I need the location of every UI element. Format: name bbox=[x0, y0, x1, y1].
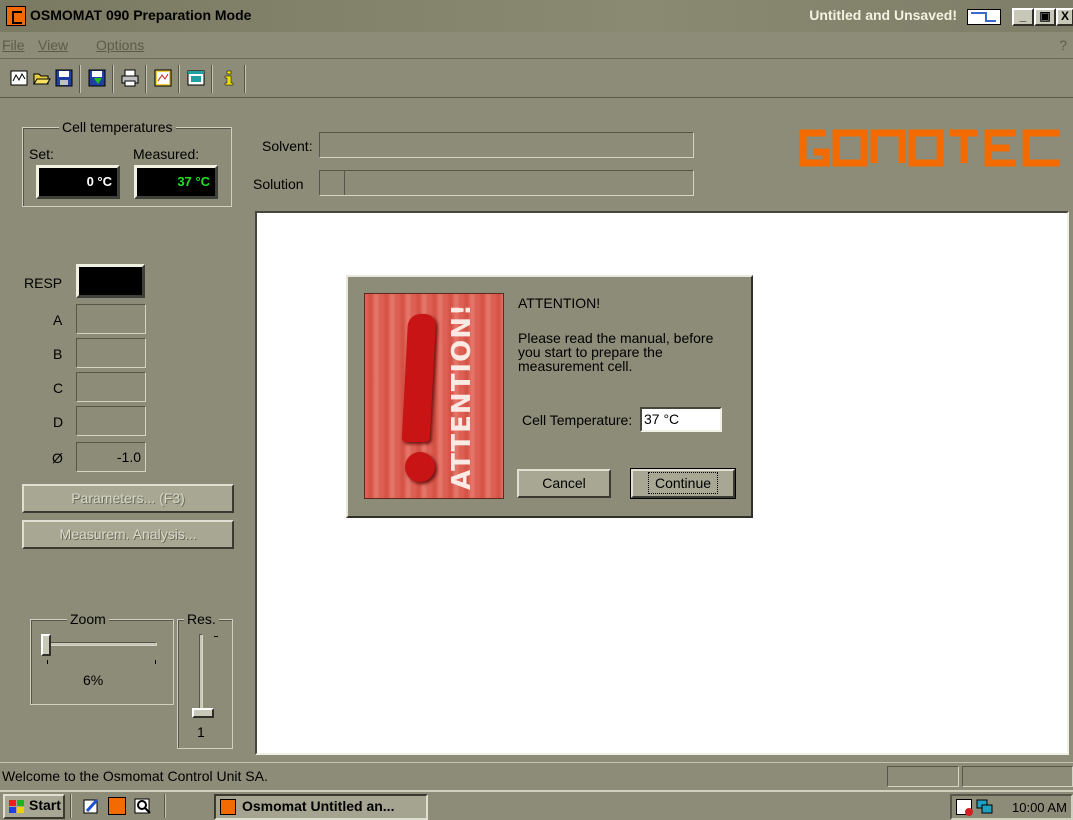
res-slider-track[interactable] bbox=[199, 634, 203, 718]
quicklaunch-search-icon[interactable] bbox=[134, 797, 152, 815]
set-label: Set: bbox=[29, 146, 54, 162]
attention-image-text: ATTENTION! bbox=[447, 303, 477, 490]
window-icon[interactable] bbox=[187, 69, 205, 87]
task-label: Osmomat Untitled an... bbox=[242, 798, 395, 814]
app-icon[interactable] bbox=[6, 6, 26, 26]
status-pane-1 bbox=[887, 766, 959, 787]
save-state-label: Untitled and Unsaved! bbox=[809, 7, 957, 23]
solvent-field bbox=[319, 132, 694, 158]
menu-help[interactable]: ? bbox=[1059, 37, 1067, 53]
continue-label: Continue bbox=[647, 472, 719, 494]
resp-label: RESP bbox=[24, 275, 63, 291]
d-label: D bbox=[53, 414, 64, 430]
quicklaunch-edit-icon[interactable] bbox=[82, 797, 100, 815]
title-bar[interactable]: OSMOMAT 090 Preparation Mode Untitled an… bbox=[0, 0, 1073, 32]
save-icon[interactable] bbox=[55, 69, 73, 87]
cell-temperature-input[interactable]: 37 °C bbox=[640, 407, 722, 432]
measured-temperature-display: 37 °C bbox=[134, 165, 218, 199]
maximize-button[interactable]: ▣ bbox=[1034, 8, 1056, 26]
network-icon[interactable] bbox=[976, 799, 994, 815]
b-field bbox=[76, 338, 146, 368]
export-icon[interactable] bbox=[88, 69, 106, 87]
c-label: C bbox=[53, 380, 64, 396]
status-message: Welcome to the Osmomat Control Unit SA. bbox=[2, 768, 268, 784]
logo-text: gonotec bbox=[798, 125, 799, 126]
menu-bar: File View Options ? bbox=[0, 32, 1073, 58]
exclamation-icon bbox=[401, 314, 437, 442]
attention-dialog: ATTENTION! ATTENTION! Please read the ma… bbox=[346, 275, 753, 518]
measurement-analysis-button[interactable]: Measurem. Analysis... bbox=[22, 520, 234, 549]
res-value: 1 bbox=[197, 724, 205, 740]
a-label: A bbox=[53, 312, 63, 328]
cell-temperature-label: Cell Temperature: bbox=[522, 412, 633, 428]
chart-icon[interactable] bbox=[10, 69, 28, 87]
measured-label: Measured: bbox=[133, 146, 200, 162]
status-pane-2 bbox=[962, 766, 1073, 787]
system-tray: 10:00 AM bbox=[950, 794, 1073, 820]
set-temperature-display: 0 °C bbox=[36, 165, 120, 199]
d-field bbox=[76, 406, 146, 436]
open-folder-icon[interactable] bbox=[33, 69, 51, 87]
close-button[interactable]: X bbox=[1056, 8, 1073, 26]
quicklaunch-osmomat-icon[interactable] bbox=[108, 797, 126, 815]
window-title: OSMOMAT 090 Preparation Mode bbox=[30, 7, 252, 23]
b-label: B bbox=[53, 346, 63, 362]
menu-file[interactable]: File bbox=[2, 37, 25, 53]
zoom-slider-thumb[interactable] bbox=[41, 634, 51, 656]
print-icon[interactable] bbox=[121, 69, 139, 87]
context-help-icon[interactable] bbox=[967, 9, 1001, 25]
minimize-button[interactable]: _ bbox=[1012, 8, 1034, 26]
solution-field bbox=[319, 170, 694, 196]
cell-temperatures-label: Cell temperatures bbox=[59, 119, 176, 135]
measurement-panel: ATTENTION! ATTENTION! Please read the ma… bbox=[255, 211, 1069, 755]
zoom-label: Zoom bbox=[67, 611, 109, 627]
start-button[interactable]: Start bbox=[3, 794, 65, 819]
cell-temperatures-group: Cell temperatures Set: Measured: 0 °C 37… bbox=[22, 119, 232, 207]
zoom-slider-track[interactable] bbox=[45, 642, 157, 646]
average-field: -1.0 bbox=[76, 442, 146, 472]
resp-display bbox=[76, 264, 145, 298]
menu-options[interactable]: Options bbox=[96, 37, 144, 53]
info-icon[interactable] bbox=[220, 69, 238, 87]
osmomat-task-icon bbox=[220, 799, 236, 815]
cancel-button[interactable]: Cancel bbox=[517, 469, 611, 498]
dialog-message: Please read the manual, before you start… bbox=[518, 330, 714, 374]
windows-logo-icon bbox=[9, 800, 24, 813]
menu-view[interactable]: View bbox=[38, 37, 68, 53]
parameters-button[interactable]: Parameters... (F3) bbox=[22, 484, 234, 513]
graph-icon[interactable] bbox=[154, 69, 172, 87]
status-bar: Welcome to the Osmomat Control Unit SA. bbox=[0, 762, 1073, 788]
taskbar: Start Osmomat Untitled an... 10:00 AM bbox=[0, 790, 1073, 820]
res-slider-thumb[interactable] bbox=[192, 708, 214, 718]
average-label: Ø bbox=[52, 450, 63, 466]
scheduler-icon[interactable] bbox=[956, 799, 973, 816]
solvent-label: Solvent: bbox=[262, 138, 313, 154]
main-area: Cell temperatures Set: Measured: 0 °C 37… bbox=[10, 101, 1073, 761]
toolbar bbox=[0, 58, 1073, 98]
res-group: Res. 1 bbox=[177, 611, 233, 749]
attention-image: ATTENTION! bbox=[364, 293, 504, 499]
taskbar-osmomat-task[interactable]: Osmomat Untitled an... bbox=[214, 794, 428, 820]
clock: 10:00 AM bbox=[1012, 800, 1067, 815]
res-label: Res. bbox=[184, 611, 219, 627]
a-field bbox=[76, 304, 146, 334]
dialog-heading: ATTENTION! bbox=[518, 295, 601, 311]
gonotec-logo: gonotec bbox=[798, 125, 1066, 171]
solution-label: Solution bbox=[253, 176, 304, 192]
zoom-group: Zoom 6% bbox=[30, 611, 174, 705]
start-label: Start bbox=[29, 797, 61, 813]
zoom-value: 6% bbox=[83, 672, 104, 688]
continue-button[interactable]: Continue bbox=[630, 468, 736, 499]
c-field bbox=[76, 372, 146, 402]
